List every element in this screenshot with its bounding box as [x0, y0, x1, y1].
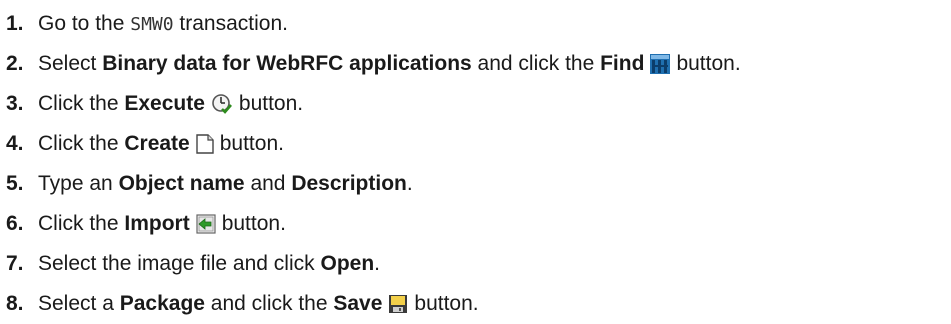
- step-6: 6. Click the Import button.: [6, 204, 951, 244]
- ui-term: Open: [320, 252, 375, 275]
- step-text: button.: [414, 292, 479, 315]
- step-1: 1. Go to the SMW0 transaction.: [6, 4, 951, 44]
- ui-term: Execute: [124, 92, 205, 115]
- step-number: 3.: [6, 92, 24, 115]
- ui-term: Binary data for WebRFC applications: [102, 52, 472, 75]
- step-text: button.: [219, 132, 284, 155]
- ui-term: Object name: [118, 172, 245, 195]
- ui-term: Import: [124, 212, 190, 235]
- ui-term: Description: [291, 172, 407, 195]
- transaction-code: SMW0: [130, 14, 174, 35]
- step-text: Type an: [38, 172, 119, 195]
- save-icon: [388, 294, 408, 314]
- ui-term: Save: [333, 292, 383, 315]
- step-text: Click the: [38, 212, 125, 235]
- step-number: 2.: [6, 52, 24, 75]
- ui-term: Find: [600, 52, 645, 75]
- step-4: 4. Click the Create button.: [6, 124, 951, 164]
- step-text: Click the: [38, 92, 125, 115]
- step-2: 2. Select Binary data for WebRFC applica…: [6, 44, 951, 84]
- step-text: and click the: [204, 292, 334, 315]
- create-icon: [196, 134, 214, 155]
- step-7: 7. Select the image file and click Open.: [6, 244, 951, 284]
- step-text: button.: [676, 52, 741, 75]
- step-text: .: [406, 172, 413, 195]
- step-number: 1.: [6, 12, 24, 35]
- step-text: Click the: [38, 132, 125, 155]
- step-5: 5. Type an Object name and Description.: [6, 164, 951, 204]
- step-number: 4.: [6, 132, 24, 155]
- step-text: transaction.: [173, 12, 288, 35]
- step-number: 6.: [6, 212, 24, 235]
- step-text: .: [374, 252, 380, 275]
- step-text: Select a: [38, 292, 120, 315]
- step-8: 8. Select a Package and click the Save bu…: [6, 284, 951, 324]
- step-text: and: [244, 172, 292, 195]
- step-3: 3. Click the Execute button.: [6, 84, 951, 124]
- step-number: 8.: [6, 292, 24, 315]
- step-text: and click the: [471, 52, 601, 75]
- step-text: Go to the: [38, 12, 131, 35]
- step-text: Select: [38, 52, 103, 75]
- import-icon: [196, 214, 216, 235]
- step-number: 5.: [6, 172, 24, 195]
- step-text: button.: [221, 212, 286, 235]
- step-text: Select the image file and click: [38, 252, 321, 275]
- instruction-list: 1. Go to the SMW0 transaction. 2. Select…: [0, 0, 951, 324]
- find-icon: [650, 54, 671, 75]
- step-text: button.: [238, 92, 304, 115]
- step-number: 7.: [6, 252, 24, 275]
- execute-icon: [211, 93, 233, 115]
- ui-term: Package: [119, 292, 205, 315]
- ui-term: Create: [124, 132, 190, 155]
